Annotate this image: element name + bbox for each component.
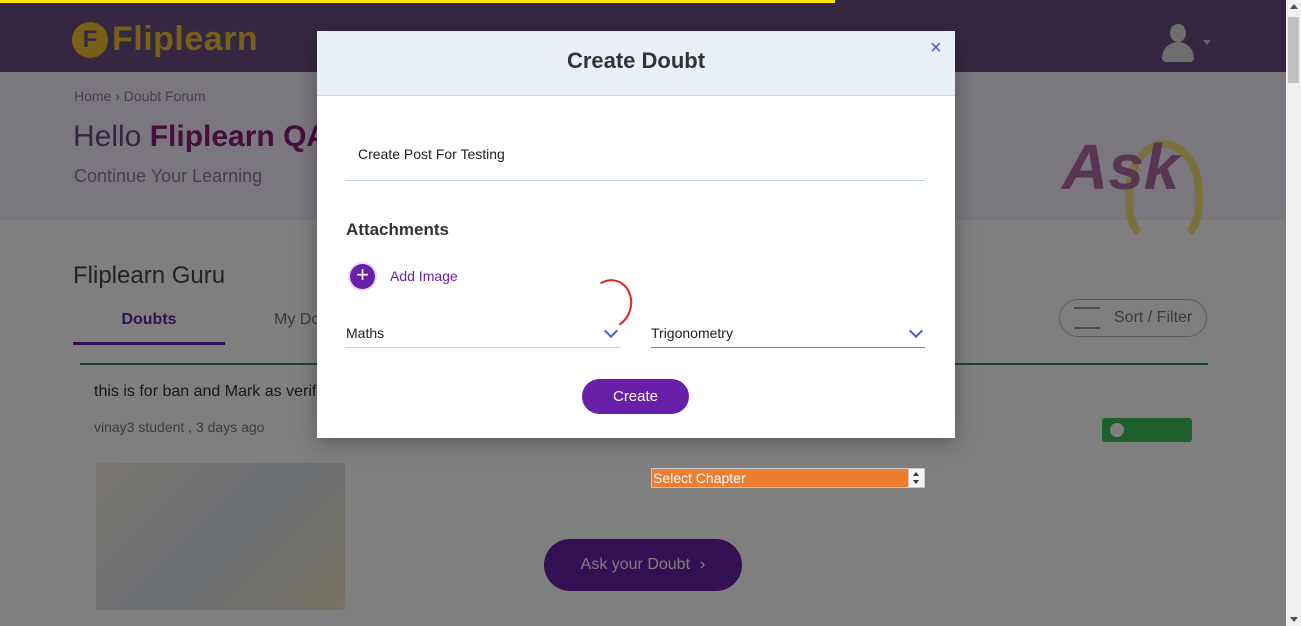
page: F Fliplearn Home › Doubt Forum Hello Fli… xyxy=(0,0,1286,626)
add-image-link[interactable]: Add Image xyxy=(390,268,458,284)
modal-title: Create Doubt xyxy=(566,48,706,73)
scroll-thumb[interactable] xyxy=(1288,17,1299,83)
attachments-heading: Attachments xyxy=(346,220,449,239)
add-image-plus-icon[interactable]: + xyxy=(350,264,375,289)
chapter-value: Trigonometry xyxy=(651,325,733,341)
scroll-up-arrow-icon[interactable] xyxy=(1290,4,1298,9)
chapter-select[interactable]: Trigonometry xyxy=(651,318,925,348)
close-icon[interactable]: × xyxy=(930,37,942,60)
create-doubt-modal: Create Doubt × Attachments + Add Image M… xyxy=(317,31,955,438)
select-chapter-dropdown[interactable]: Select Chapter xyxy=(651,468,925,488)
spinner-arrows-icon[interactable] xyxy=(908,469,924,487)
create-button[interactable]: Create xyxy=(582,379,689,414)
modal-header: Create Doubt × xyxy=(317,31,955,96)
chevron-down-icon xyxy=(603,323,619,339)
loading-progress-bar xyxy=(0,0,835,3)
scroll-down-arrow-icon[interactable] xyxy=(1290,617,1298,622)
subject-select[interactable]: Maths xyxy=(346,318,620,348)
chevron-down-icon xyxy=(908,323,924,339)
vertical-scrollbar[interactable] xyxy=(1286,0,1301,626)
select-chapter-label: Select Chapter xyxy=(653,470,746,486)
subject-value: Maths xyxy=(346,325,385,341)
post-text-input[interactable] xyxy=(346,127,925,181)
